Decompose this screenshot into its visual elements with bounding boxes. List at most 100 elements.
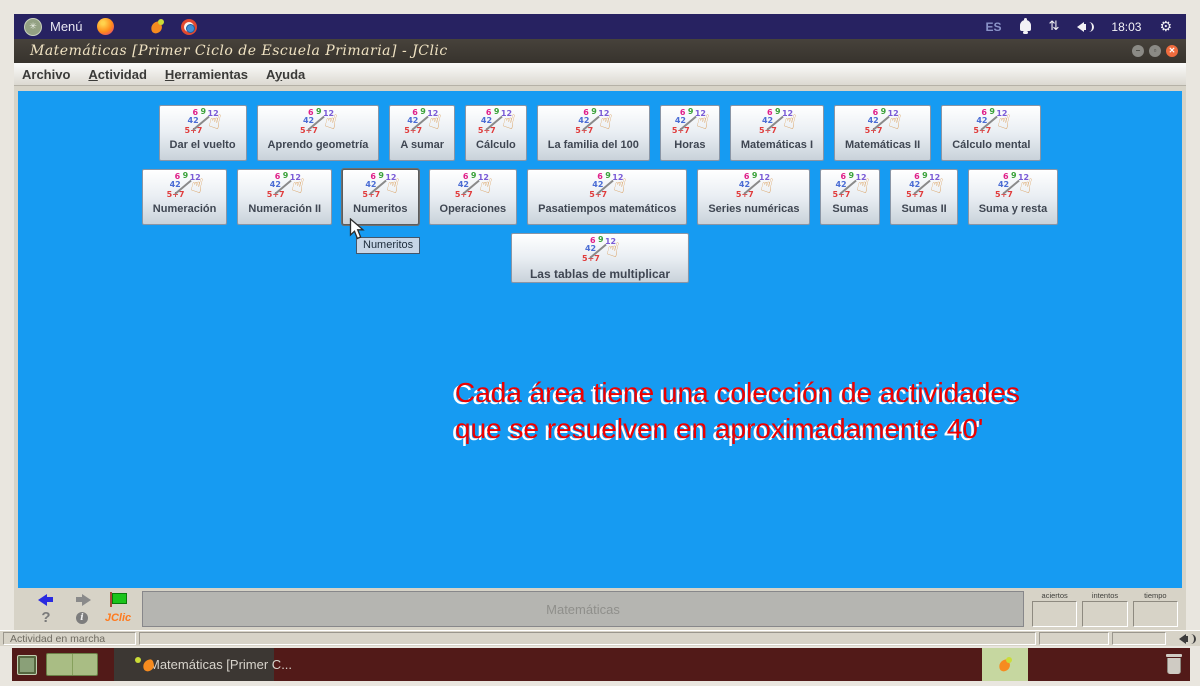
project-button-label: Cálculo [476, 139, 516, 151]
project-button-label: Series numéricas [708, 203, 799, 215]
maximize-button[interactable]: ▫ [1149, 45, 1161, 57]
player-control-bar: ? i JClic Matemáticas aciertos intentos … [14, 588, 1186, 630]
project-button-label: Numeritos [353, 203, 407, 215]
project-button[interactable]: 6 9 12 42 5+7 ☝ Numeritos [342, 169, 418, 225]
menu-bar: Archivo Actividad Herramientas Ayuda [14, 63, 1186, 86]
project-button[interactable]: 6 9 12 42 5+7 ☝ Numeración II [237, 169, 332, 225]
workspace-switcher[interactable] [46, 653, 98, 676]
score-counters: aciertos intentos tiempo [1032, 591, 1178, 627]
project-button-label: A sumar [400, 139, 444, 151]
active-launcher[interactable] [982, 648, 1028, 681]
project-button[interactable]: 6 9 12 42 5+7 ☝ Cálculo mental [941, 105, 1041, 161]
jclic-project-icon: 6 9 12 42 5+7 ☝ [266, 172, 304, 202]
project-button-label: Suma y resta [979, 203, 1047, 215]
menu-herramientas[interactable]: Herramientas [165, 67, 248, 82]
show-desktop-icon[interactable] [17, 655, 37, 675]
counter-tiempo: tiempo [1133, 592, 1178, 627]
bottom-taskbar: Matemáticas [Primer C... [12, 648, 1190, 681]
jclic-project-icon: 6 9 12 42 5+7 ☝ [454, 172, 492, 202]
project-button[interactable]: 6 9 12 42 5+7 ☝ Matemáticas II [834, 105, 931, 161]
project-button-label: Las tablas de multiplicar [530, 267, 670, 281]
mouse-cursor [349, 218, 365, 246]
project-button[interactable]: 6 9 12 42 5+7 ☝ Operaciones [429, 169, 518, 225]
project-button[interactable]: 6 9 12 42 5+7 ☝ Suma y resta [968, 169, 1058, 225]
status-empty-box [139, 632, 1036, 645]
projects-row2: 6 9 12 42 5+7 ☝ Numeración 6 9 12 42 5+7… [18, 169, 1182, 225]
project-button-label: Pasatiempos matemáticos [538, 203, 676, 215]
speaker-icon[interactable] [1179, 633, 1195, 645]
counter-aciertos-value [1032, 601, 1077, 627]
counter-intentos-value [1082, 601, 1127, 627]
menu-ayuda[interactable]: Ayuda [266, 67, 305, 82]
annotation-text: Cada área tiene una colección de activid… [455, 375, 1020, 447]
clock[interactable]: 18:03 [1111, 20, 1141, 34]
project-button[interactable]: 6 9 12 42 5+7 ☝ Horas [660, 105, 720, 161]
window-titlebar: Matemáticas [Primer Ciclo de Escuela Pri… [14, 39, 1186, 63]
status-box-2 [1039, 632, 1109, 645]
jclic-project-icon: 6 9 12 42 5+7 ☝ [299, 108, 337, 138]
project-button-label: Dar el vuelto [170, 139, 236, 151]
project-button-label: Numeración [153, 203, 217, 215]
project-button[interactable]: 6 9 12 42 5+7 ☝ A sumar [389, 105, 455, 161]
project-button[interactable]: 6 9 12 42 5+7 ☝ Las tablas de multiplica… [511, 233, 689, 283]
webcam-app-icon[interactable] [181, 19, 197, 35]
annotation-line-2: que se resuelven en aproximadamente 40' [455, 411, 1020, 447]
counter-intentos: intentos [1082, 592, 1127, 627]
menu-archivo[interactable]: Archivo [22, 67, 70, 82]
project-button[interactable]: 6 9 12 42 5+7 ☝ Series numéricas [697, 169, 810, 225]
player-nav-buttons: ? i JClic [34, 591, 130, 627]
panel-menu-button[interactable]: Menú [50, 19, 83, 34]
session-gear-icon[interactable]: ⚙ [1159, 19, 1172, 35]
project-button-label: Matemáticas I [741, 139, 813, 151]
status-box-3 [1112, 632, 1166, 645]
project-button-label: Numeración II [248, 203, 321, 215]
help-button[interactable]: ? [41, 610, 50, 625]
minimize-button[interactable]: – [1132, 45, 1144, 57]
jclic-project-icon: 6 9 12 42 5+7 ☝ [166, 172, 204, 202]
project-button[interactable]: 6 9 12 42 5+7 ☝ Pasatiempos matemáticos [527, 169, 687, 225]
jclic-project-icon: 6 9 12 42 5+7 ☝ [671, 108, 709, 138]
jclic-project-icon: 6 9 12 42 5+7 ☝ [588, 172, 626, 202]
jclic-launcher-icon[interactable] [150, 19, 165, 34]
forward-arrow-button[interactable] [74, 594, 91, 606]
tooltip-numeritos: Numeritos [356, 237, 420, 254]
project-button[interactable]: 6 9 12 42 5+7 ☝ Aprendo geometría [257, 105, 380, 161]
jclic-logo-button[interactable]: JClic [105, 612, 131, 624]
taskbar-window-button[interactable]: Matemáticas [Primer C... [114, 648, 274, 681]
notifications-bell-icon[interactable] [1020, 20, 1031, 31]
pointing-hand-icon: ☝ [855, 174, 872, 196]
jclic-launcher-active-icon [998, 657, 1013, 672]
project-button-label: La familia del 100 [548, 139, 639, 151]
distro-menu-icon[interactable]: ✳ [24, 18, 42, 36]
close-button[interactable]: ✕ [1166, 45, 1178, 57]
project-button-label: Matemáticas II [845, 139, 920, 151]
project-button[interactable]: 6 9 12 42 5+7 ☝ Matemáticas I [730, 105, 824, 161]
volume-icon[interactable] [1077, 21, 1093, 33]
network-updown-icon[interactable]: ⇅ [1049, 19, 1060, 34]
counter-tiempo-value [1133, 601, 1178, 627]
project-button[interactable]: 6 9 12 42 5+7 ☝ La familia del 100 [537, 105, 650, 161]
project-button[interactable]: 6 9 12 42 5+7 ☝ Numeración [142, 169, 228, 225]
jclic-project-icon: 6 9 12 42 5+7 ☝ [905, 172, 943, 202]
jclic-project-icon: 6 9 12 42 5+7 ☝ [735, 172, 773, 202]
trash-icon[interactable] [1165, 654, 1183, 675]
firefox-icon[interactable] [97, 18, 114, 35]
project-button[interactable]: 6 9 12 42 5+7 ☝ Sumas II [890, 169, 957, 225]
pointing-hand-icon: ☝ [189, 174, 206, 196]
info-button[interactable]: i [76, 612, 88, 624]
projects-row3: 6 9 12 42 5+7 ☝ Las tablas de multiplica… [511, 233, 689, 283]
return-flag-button[interactable] [108, 592, 128, 607]
jclic-project-icon: 6 9 12 42 5+7 ☝ [581, 236, 619, 266]
project-button[interactable]: 6 9 12 42 5+7 ☝ Sumas [820, 169, 880, 225]
project-button[interactable]: 6 9 12 42 5+7 ☝ Dar el vuelto [159, 105, 247, 161]
project-button-label: Sumas [832, 203, 868, 215]
taskbar-window-label: Matemáticas [Primer C... [149, 657, 292, 672]
project-button[interactable]: 6 9 12 42 5+7 ☝ Cálculo [465, 105, 527, 161]
back-arrow-button[interactable] [38, 594, 55, 606]
keyboard-layout-indicator[interactable]: ES [985, 20, 1001, 34]
jclic-project-icon: 6 9 12 42 5+7 ☝ [403, 108, 441, 138]
menu-actividad[interactable]: Actividad [88, 67, 147, 82]
window-title: Matemáticas [Primer Ciclo de Escuela Pri… [14, 43, 448, 59]
jclic-project-icon: 6 9 12 42 5+7 ☝ [184, 108, 222, 138]
project-button-label: Cálculo mental [952, 139, 1030, 151]
